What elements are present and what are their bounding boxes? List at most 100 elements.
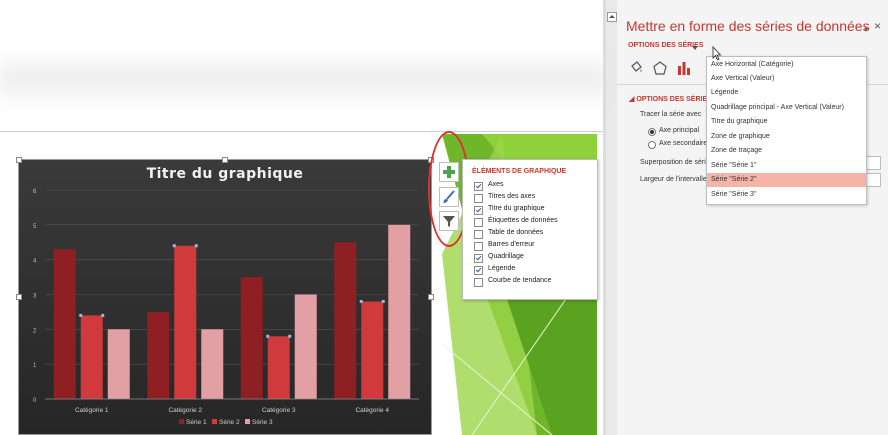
series-options-bar-icon[interactable]	[676, 60, 692, 76]
chart-element-label: Titre du graphique	[488, 205, 545, 212]
legend-swatch	[212, 419, 217, 424]
chart-element-label: Courbe de tendance	[488, 277, 552, 284]
series-options-section-header[interactable]: ◢ OPTIONS DES SÉRIES	[629, 95, 712, 103]
legend-label: Série 1	[186, 419, 207, 426]
dropdown-item-label: Quadrillage principal - Axe Vertical (Va…	[711, 104, 844, 111]
plus-icon	[443, 166, 455, 178]
y-tick-label: 1	[33, 363, 37, 369]
scroll-up-button[interactable]	[607, 12, 617, 22]
radio-secondary-axis[interactable]	[648, 141, 656, 149]
checkbox-unchecked[interactable]	[474, 242, 483, 251]
y-tick-label: 6	[33, 189, 37, 195]
chart-area[interactable]: 0 1 2 3 4 5 6 Catégorie 1 Catégorie 2 Catégorie 3…	[18, 159, 432, 435]
dropdown-item[interactable]: Zone de traçage	[707, 144, 866, 158]
chart-element-label: Étiquettes de données	[488, 217, 558, 224]
bar-série-3	[294, 294, 317, 399]
dropdown-item[interactable]: Titre du graphique	[707, 115, 866, 129]
legend-swatch	[179, 419, 184, 424]
dropdown-item[interactable]: Légende	[707, 86, 866, 100]
bar-série-2	[361, 301, 384, 399]
checkbox-checked[interactable]	[474, 182, 483, 191]
dropdown-item-label: Légende	[711, 89, 739, 96]
primary-axis-label[interactable]: Axe principal	[659, 127, 699, 134]
chart-elements-button[interactable]	[439, 162, 459, 182]
brush-icon	[443, 190, 455, 203]
bar-série-1	[53, 249, 76, 399]
dropdown-item[interactable]: Série "Série 3"	[707, 188, 866, 202]
chart-element-label: Table de données	[488, 229, 544, 236]
legend-label: Série 3	[252, 419, 273, 426]
dropdown-item-label: Axe Vertical (Valeur)	[711, 75, 775, 82]
chart-plot-svg: 0 1 2 3 4 5 6 Catégorie 1 Catégorie 2 Catégorie 3…	[33, 189, 419, 426]
pane-splitter[interactable]	[603, 0, 606, 435]
dropdown-item-label: Titre du graphique	[711, 118, 768, 125]
chart-title[interactable]: Titre du graphique	[19, 166, 431, 182]
checkbox-checked[interactable]	[474, 266, 483, 275]
dropdown-item[interactable]: Série "Série 1"	[707, 159, 866, 173]
chart-element-dropdown[interactable]: Axe Horizontal (Catégorie) Axe Vertical …	[706, 56, 867, 205]
chart-resize-handle[interactable]	[16, 294, 22, 300]
chart-element-label: Titres des axes	[488, 193, 536, 200]
chart-resize-handle[interactable]	[428, 294, 434, 300]
chart-resize-handle[interactable]	[16, 157, 22, 163]
close-icon[interactable]: ×	[874, 19, 881, 33]
bar-série-3	[388, 224, 411, 399]
chart-resize-handle[interactable]	[222, 157, 228, 163]
chart-element-label: Axes	[488, 181, 504, 188]
bar-série-2	[80, 315, 103, 399]
dropdown-item-label: Zone de graphique	[711, 133, 770, 140]
fill-line-icon[interactable]	[628, 60, 644, 76]
chart-elements-popup: ÉLÉMENTS DE GRAPHIQUE Axes Titres des ax…	[462, 159, 598, 300]
radio-primary-axis[interactable]	[648, 128, 656, 136]
dropdown-item[interactable]: Axe Horizontal (Catégorie)	[707, 58, 866, 72]
pane-options-arrow-icon[interactable]: ▾	[864, 25, 868, 34]
selection-handle	[381, 299, 385, 303]
slide-canvas[interactable]: 0 1 2 3 4 5 6 Catégorie 1 Catégorie 2 Catégorie 3…	[0, 0, 606, 435]
dropdown-item-selected[interactable]: Série "Série 2"	[707, 173, 866, 187]
gap-width-label: Largeur de l'intervalle	[640, 176, 707, 183]
dropdown-item[interactable]: Axe Vertical (Valeur)	[707, 72, 866, 86]
checkbox-unchecked[interactable]	[474, 218, 483, 227]
chart-elements-title: ÉLÉMENTS DE GRAPHIQUE	[472, 168, 567, 175]
selection-handle	[172, 244, 176, 248]
y-tick-label: 3	[33, 294, 37, 300]
dropdown-item-label: Série "Série 1"	[711, 162, 757, 169]
checkbox-checked[interactable]	[474, 206, 483, 215]
y-tick-label: 0	[33, 398, 37, 404]
chart-styles-button[interactable]	[439, 187, 459, 207]
chart-filters-button[interactable]	[439, 211, 459, 231]
pane-title: Mettre en forme des séries de données	[626, 18, 870, 34]
series-overlap-label: Superposition de séries	[640, 159, 714, 166]
chevron-down-icon[interactable]	[692, 46, 698, 50]
checkbox-unchecked[interactable]	[474, 230, 483, 239]
bar-série-1	[240, 277, 263, 399]
checkbox-unchecked[interactable]	[474, 278, 483, 287]
slide-top-border	[0, 131, 606, 132]
bar-série-1	[334, 242, 357, 399]
secondary-axis-label[interactable]: Axe secondaire	[659, 140, 707, 147]
dropdown-item-label: Série "Série 3"	[711, 191, 757, 198]
selection-handle	[194, 244, 198, 248]
dropdown-item-label: Zone de traçage	[711, 147, 762, 154]
legend-label: Série 2	[219, 419, 240, 426]
legend-swatch	[245, 419, 250, 424]
effects-pentagon-icon[interactable]	[652, 60, 668, 76]
series-options-section-label: OPTIONS DES SÉRIES	[636, 96, 712, 103]
chart-element-label: Légende	[488, 265, 516, 272]
x-tick-label: Catégorie 1	[75, 407, 109, 414]
bar-série-3	[201, 329, 224, 399]
mouse-cursor-icon	[712, 46, 722, 61]
selection-handle	[359, 299, 363, 303]
dropdown-item[interactable]: Quadrillage principal - Axe Vertical (Va…	[707, 101, 866, 115]
selection-handle	[101, 313, 105, 317]
bar-série-3	[107, 329, 130, 399]
dropdown-item[interactable]: Zone de graphique	[707, 130, 866, 144]
checkbox-checked[interactable]	[474, 254, 483, 263]
bar-série-1	[147, 311, 170, 399]
selection-handle	[79, 313, 83, 317]
checkbox-unchecked[interactable]	[474, 194, 483, 203]
x-tick-label: Catégorie 3	[262, 407, 296, 414]
bar-série-2	[174, 245, 197, 399]
chart-element-label: Barres d'erreur	[488, 241, 535, 248]
selection-handle	[288, 334, 292, 338]
